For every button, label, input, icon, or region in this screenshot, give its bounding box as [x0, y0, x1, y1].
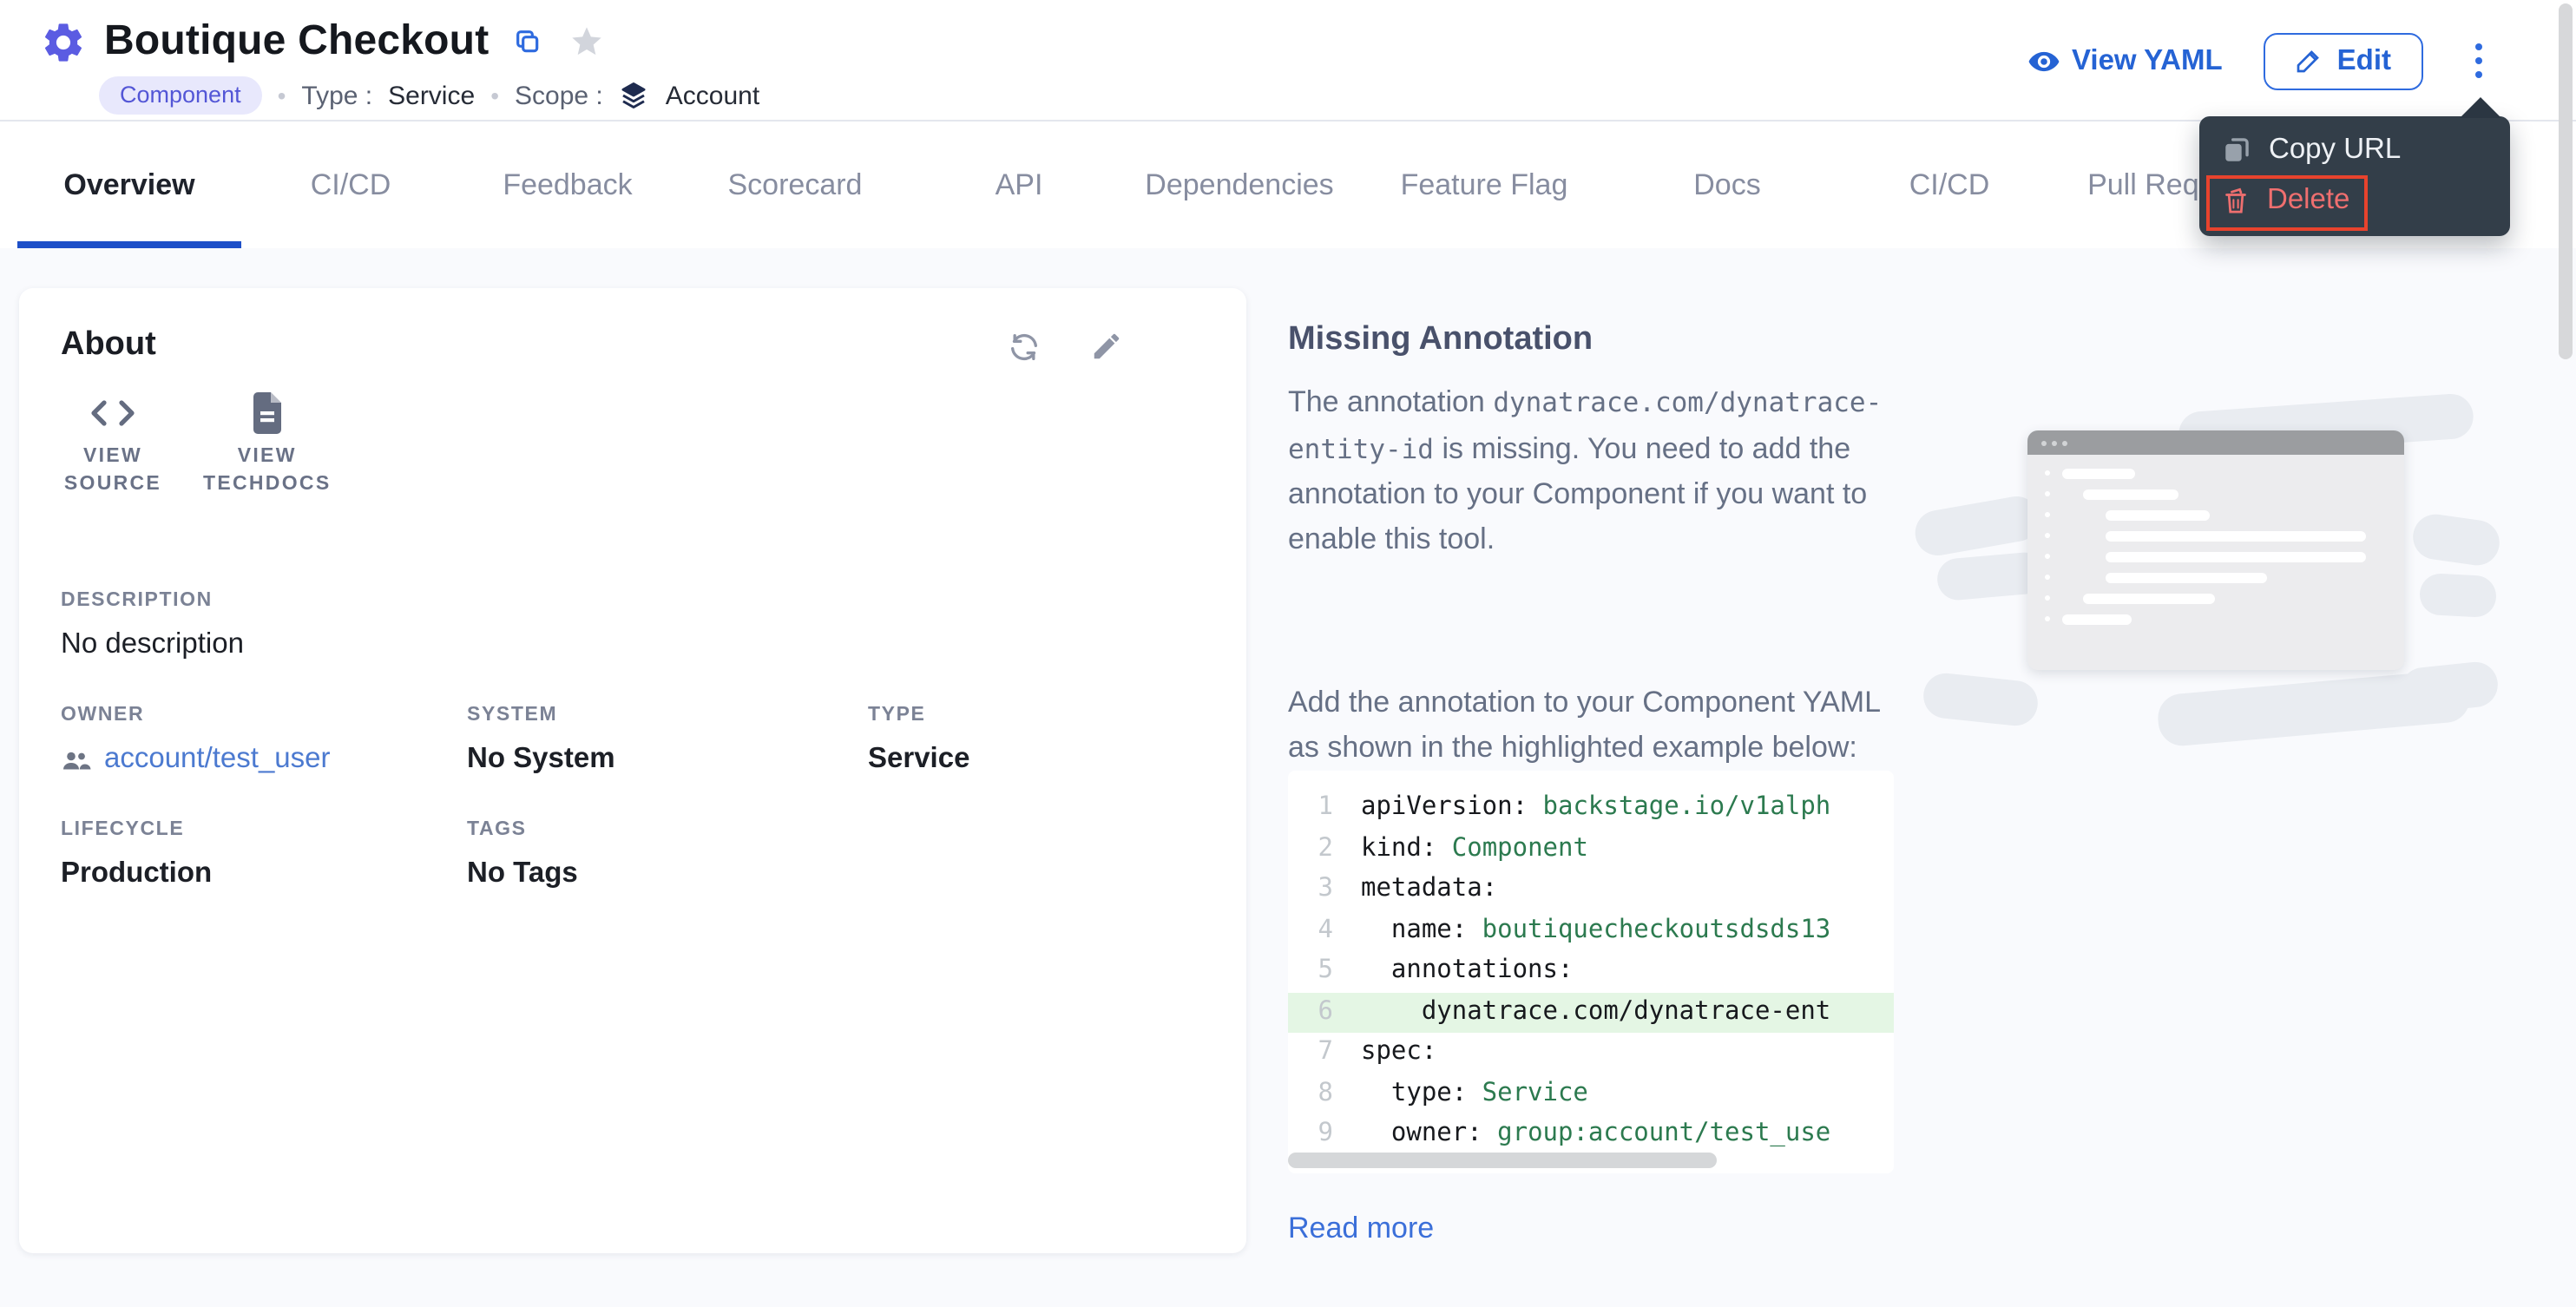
entity-tabbar: Overview CI/CD Feedback Scorecard API De… — [0, 122, 2576, 248]
scribble-shape — [1912, 493, 2043, 559]
trash-icon — [2222, 186, 2250, 215]
description-label: DESCRIPTION — [61, 590, 1205, 611]
window-titlebar — [2027, 430, 2404, 455]
copy-url-menu-item[interactable]: Copy URL — [2222, 134, 2401, 167]
missing-annotation-intro: The annotation dynatrace.com/dynatrace-e… — [1288, 380, 1909, 561]
view-techdocs-button[interactable]: VIEWTECHDOCS — [203, 392, 331, 498]
code-line: 3metadata: — [1288, 870, 1894, 910]
page-scrollbar-thumb[interactable] — [2559, 3, 2573, 359]
gear-icon — [40, 18, 87, 65]
view-yaml-label: View YAML — [2072, 44, 2223, 77]
header-actions: View YAML Edit — [2027, 0, 2493, 122]
tab-scorecard[interactable]: Scorecard — [675, 122, 915, 248]
lifecycle-field: LIFECYCLE Production — [61, 819, 467, 892]
yaml-code-block: 1apiVersion: backstage.io/v1alph 2kind: … — [1288, 771, 1894, 1173]
about-fields-grid: OWNER account/test_user SYSTEM No System… — [61, 705, 1205, 892]
about-actions: VIEWSOURCE VIEWTECHDOCS — [61, 392, 1205, 498]
view-techdocs-label: VIEWTECHDOCS — [203, 443, 331, 498]
scribble-shape — [2419, 573, 2497, 619]
description-value: No description — [61, 627, 1205, 663]
code-line: 8 type: Service — [1288, 1074, 1894, 1114]
tags-field: TAGS No Tags — [467, 819, 868, 892]
tab-dependencies[interactable]: Dependencies — [1123, 122, 1356, 248]
menu-arrow — [2460, 97, 2501, 118]
type-field: TYPE Service — [868, 705, 1205, 778]
code-line: 4 name: boutiquecheckoutsdsds13 — [1288, 910, 1894, 951]
copy-url-label: Copy URL — [2269, 134, 2401, 167]
code-line: 7spec: — [1288, 1033, 1894, 1074]
page-header: Boutique Checkout Component • Type : Ser… — [0, 0, 2576, 122]
owner-link[interactable]: account/test_user — [61, 741, 467, 778]
entity-context-menu: Copy URL Delete — [2199, 116, 2510, 236]
layers-icon — [619, 80, 650, 111]
edit-button[interactable]: Edit — [2264, 32, 2422, 89]
tab-api[interactable]: API — [915, 122, 1123, 248]
edit-about-icon[interactable] — [1090, 330, 1125, 365]
tab-feedback[interactable]: Feedback — [460, 122, 675, 248]
group-icon — [61, 747, 92, 772]
active-tab-underline — [17, 241, 241, 248]
meta-dot: • — [490, 82, 499, 109]
tab-cicd[interactable]: CI/CD — [241, 122, 460, 248]
scribble-shape — [1922, 671, 2040, 728]
missing-annotation-heading: Missing Annotation — [1288, 321, 1593, 359]
about-card: About VIEWSOURCE — [19, 288, 1246, 1253]
type-value: Service — [388, 81, 475, 110]
copy-icon — [2222, 135, 2251, 165]
delete-label: Delete — [2267, 184, 2349, 217]
code-line: 2kind: Component — [1288, 829, 1894, 870]
favorite-star-icon[interactable] — [568, 24, 603, 59]
edit-label: Edit — [2337, 44, 2391, 77]
view-source-button[interactable]: VIEWSOURCE — [61, 392, 165, 498]
scope-value: Account — [666, 81, 759, 110]
code-horizontal-scrollbar[interactable] — [1288, 1153, 1717, 1168]
entity-heading-block: Boutique Checkout Component • Type : Ser… — [40, 14, 759, 115]
document-icon — [248, 392, 286, 434]
code-line-highlighted: 6 dynatrace.com/dynatrace-ent — [1288, 992, 1894, 1033]
view-source-label: VIEWSOURCE — [64, 443, 161, 498]
entity-page: Boutique Checkout Component • Type : Ser… — [0, 0, 2576, 1307]
tab-docs[interactable]: Docs — [1613, 122, 1842, 248]
tab-cicd-2[interactable]: CI/CD — [1842, 122, 2057, 248]
view-yaml-button[interactable]: View YAML — [2027, 44, 2223, 77]
code-window-illustration — [2027, 430, 2404, 670]
code-line: 9 owner: group:account/test_use — [1288, 1114, 1894, 1155]
about-card-title: About — [61, 326, 156, 365]
system-field: SYSTEM No System — [467, 705, 868, 778]
code-icon — [89, 392, 137, 434]
pencil-icon — [2296, 47, 2323, 75]
description-field: DESCRIPTION No description — [61, 590, 1205, 663]
entity-meta-row: Component • Type : Service • Scope : Acc… — [99, 76, 759, 115]
owner-field: OWNER account/test_user — [61, 705, 467, 778]
delete-menu-item[interactable]: Delete — [2222, 184, 2349, 217]
scribble-shape — [2410, 511, 2502, 568]
copy-name-icon[interactable] — [513, 28, 541, 56]
tab-overview[interactable]: Overview — [17, 122, 241, 248]
code-line: 5 annotations: — [1288, 951, 1894, 992]
scope-label: Scope : — [515, 81, 603, 110]
entity-content: About VIEWSOURCE — [0, 248, 2576, 1307]
read-more-link[interactable]: Read more — [1288, 1212, 1434, 1246]
more-options-button[interactable] — [2464, 36, 2493, 86]
kind-badge[interactable]: Component — [99, 76, 262, 115]
eye-icon — [2027, 44, 2060, 77]
page-title: Boutique Checkout — [104, 17, 489, 66]
tab-feature-flag[interactable]: Feature Flag — [1356, 122, 1613, 248]
refresh-icon[interactable] — [1007, 330, 1042, 365]
meta-dot: • — [278, 82, 286, 109]
type-label: Type : — [301, 81, 372, 110]
code-line: 1apiVersion: backstage.io/v1alph — [1288, 788, 1894, 829]
scribble-shape — [2156, 668, 2472, 747]
missing-annotation-instruction: Add the annotation to your Component YAM… — [1288, 680, 1909, 769]
